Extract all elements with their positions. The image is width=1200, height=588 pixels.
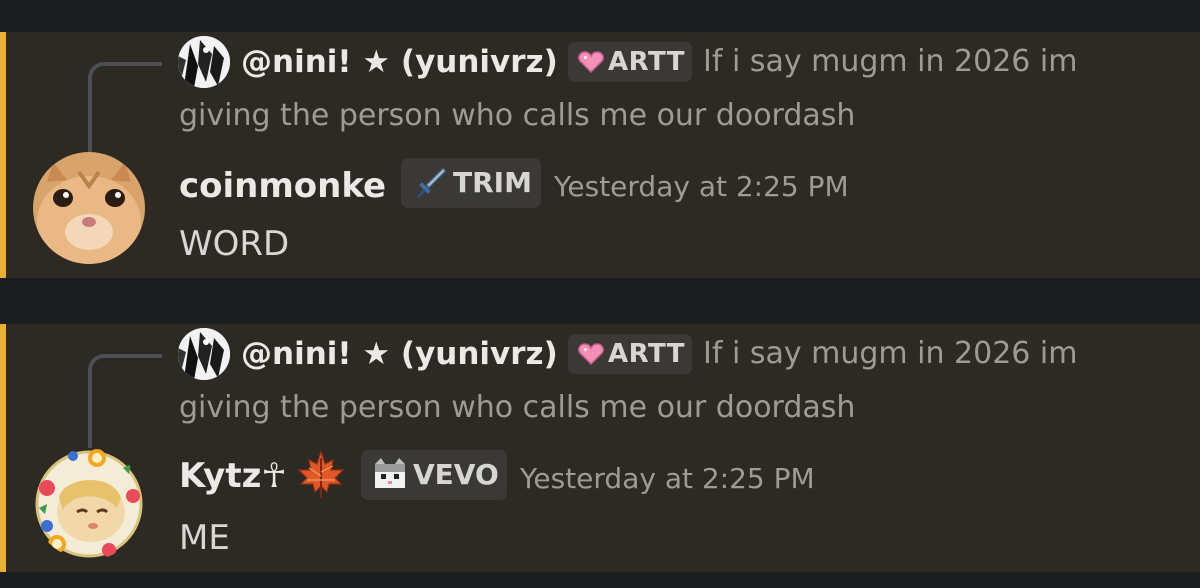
mention-highlight-bar bbox=[0, 32, 6, 278]
reply-author-avatar[interactable] bbox=[178, 36, 230, 88]
pink-heart-icon bbox=[578, 343, 604, 365]
author-tag-label: VEVO bbox=[413, 458, 499, 491]
reply-text[interactable]: If i say mugm in 2026 im bbox=[703, 332, 1078, 376]
reply-tag-label: ARTT bbox=[608, 47, 686, 77]
reply-server-tag[interactable]: ARTT bbox=[568, 42, 692, 82]
sword-icon bbox=[417, 167, 447, 198]
author-server-tag[interactable]: VEVO bbox=[361, 450, 507, 500]
cat-avatar[interactable] bbox=[33, 152, 145, 264]
reply-text[interactable]: If i say mugm in 2026 im bbox=[703, 40, 1078, 84]
chat-view: @nini! ★ (yunivrz) ARTT If i say mugm in… bbox=[0, 0, 1200, 588]
message-content: WORD bbox=[179, 224, 290, 264]
anime-fruit-avatar[interactable] bbox=[33, 448, 145, 560]
message-item[interactable]: @nini! ★ (yunivrz) ARTT If i say mugm in… bbox=[0, 32, 1200, 278]
message-timestamp[interactable]: Yesterday at 2:25 PM bbox=[520, 455, 815, 503]
reply-text-continued[interactable]: giving the person who calls me our doord… bbox=[179, 386, 855, 430]
reply-author-name[interactable]: @nini! ★ (yunivrz) bbox=[241, 332, 558, 376]
message-author-name[interactable]: coinmonke bbox=[179, 162, 386, 210]
reply-server-tag[interactable]: ARTT bbox=[568, 334, 692, 374]
maple-leaf-icon bbox=[297, 450, 345, 498]
message-author-name[interactable]: Kytz☥ bbox=[179, 452, 287, 500]
message-item[interactable]: @nini! ★ (yunivrz) ARTT If i say mugm in… bbox=[0, 324, 1200, 572]
message-timestamp[interactable]: Yesterday at 2:25 PM bbox=[554, 163, 849, 211]
message-content: ME bbox=[179, 518, 230, 558]
author-server-tag[interactable]: TRIM bbox=[401, 158, 541, 208]
pixel-cat-icon bbox=[375, 458, 405, 488]
mention-highlight-bar bbox=[0, 324, 6, 572]
anime-fruit-avatar-image bbox=[33, 448, 145, 560]
reply-author-name[interactable]: @nini! ★ (yunivrz) bbox=[241, 40, 558, 84]
reply-avatar-image bbox=[178, 36, 230, 88]
reply-tag-label: ARTT bbox=[608, 339, 686, 369]
pink-heart-icon bbox=[578, 51, 604, 73]
reply-avatar-image bbox=[178, 328, 230, 380]
cat-avatar-image bbox=[33, 152, 145, 264]
author-tag-label: TRIM bbox=[453, 166, 532, 199]
reply-author-avatar[interactable] bbox=[178, 328, 230, 380]
reply-text-continued[interactable]: giving the person who calls me our doord… bbox=[179, 94, 855, 138]
